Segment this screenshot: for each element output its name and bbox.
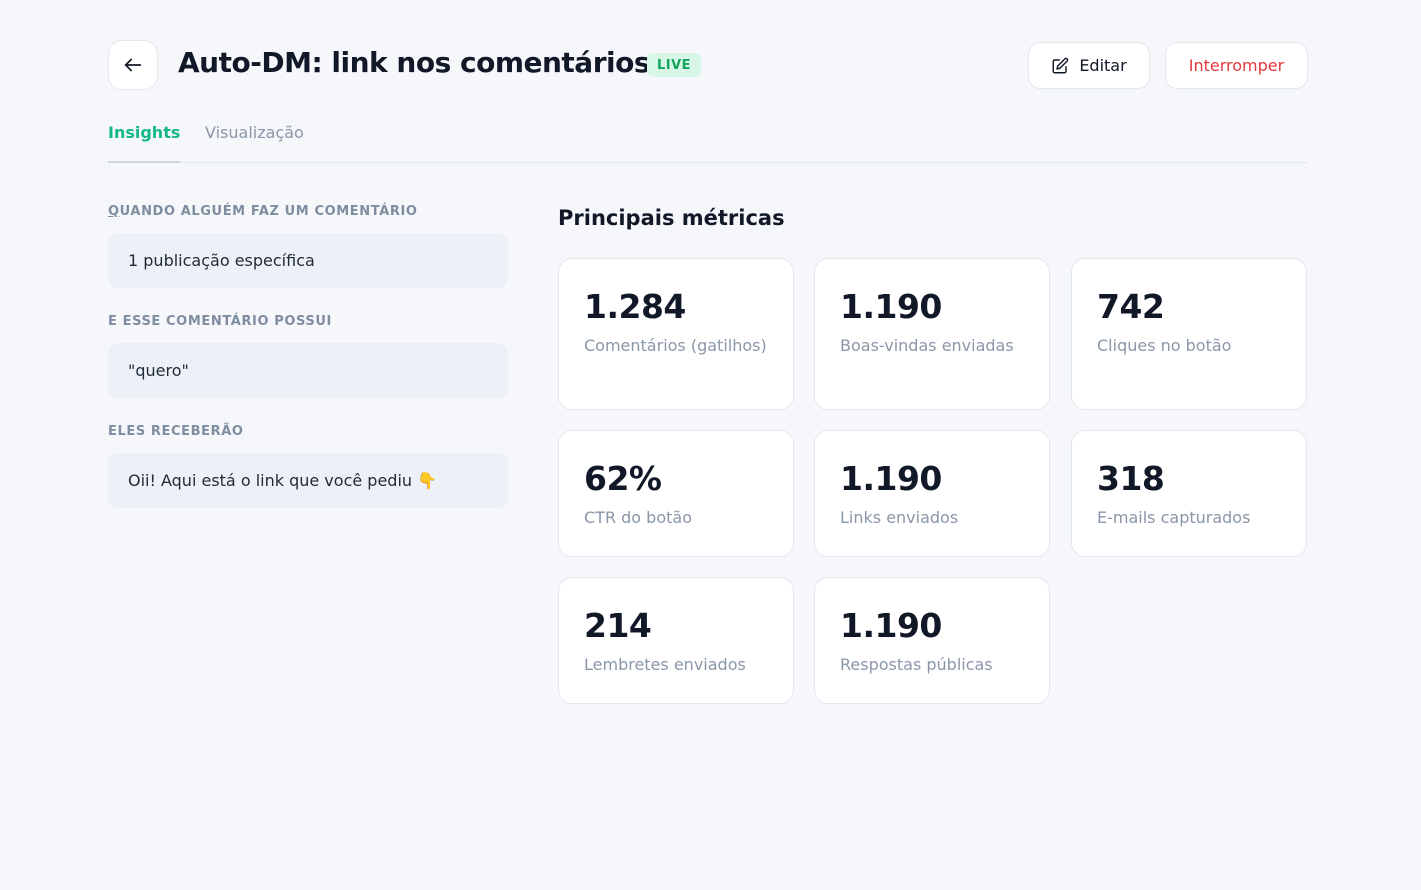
when-label-initial: Q — [108, 204, 120, 219]
metric-label: E-mails capturados — [1097, 508, 1251, 527]
tab-bar: Insights Visualização — [108, 118, 1308, 163]
tab-insights[interactable]: Insights — [108, 123, 181, 163]
metric-card: 318 E-mails capturados — [1071, 430, 1307, 557]
arrow-left-icon — [124, 58, 142, 72]
receive-label: ELES RECEBERÃO — [108, 424, 244, 439]
metric-label: Comentários (gatilhos) — [584, 336, 767, 355]
page-title: Auto-DM: link nos comentários — [178, 46, 651, 79]
tab-visualizacao[interactable]: Visualização — [205, 123, 304, 142]
metric-card: 62% CTR do botão — [558, 430, 794, 557]
page-header: Auto-DM: link nos comentários LIVE Edita… — [108, 40, 1308, 90]
stop-button[interactable]: Interromper — [1165, 42, 1308, 89]
metric-card: 1.284 Comentários (gatilhos) — [558, 258, 794, 410]
message-field[interactable]: Oii! Aqui está o link que você pediu 👇 — [108, 453, 508, 508]
contains-label: E ESSE COMENTÁRIO POSSUI — [108, 314, 332, 329]
when-field[interactable]: 1 publicação específica — [108, 233, 508, 288]
metric-card: 214 Lembretes enviados — [558, 577, 794, 704]
metric-label: Lembretes enviados — [584, 655, 746, 674]
metric-label: Boas-vindas enviadas — [840, 336, 1014, 355]
metric-value: 214 — [584, 606, 652, 645]
edit-button-label: Editar — [1079, 56, 1127, 75]
metric-label: Cliques no botão — [1097, 336, 1232, 355]
metric-value: 1.190 — [840, 606, 942, 645]
metric-value: 1.190 — [840, 287, 942, 326]
when-label-text: UANDO ALGUÉM FAZ UM COMENTÁRIO — [119, 204, 418, 219]
metric-label: Links enviados — [840, 508, 959, 527]
metric-value: 1.190 — [840, 459, 942, 498]
metric-card: 1.190 Respostas públicas — [814, 577, 1050, 704]
metric-card: 1.190 Boas-vindas enviadas — [814, 258, 1050, 410]
metric-value: 62% — [584, 459, 662, 498]
automation-insights-page: Auto-DM: link nos comentários LIVE Edita… — [0, 0, 1421, 890]
metric-card: 742 Cliques no botão — [1071, 258, 1307, 410]
stop-button-label: Interromper — [1188, 56, 1285, 75]
when-label: QUANDO ALGUÉM FAZ UM COMENTÁRIO — [108, 204, 508, 220]
metric-label: CTR do botão — [584, 508, 692, 527]
metric-value: 1.284 — [584, 287, 686, 326]
metric-card: 1.190 Links enviados — [814, 430, 1050, 557]
metric-value: 742 — [1097, 287, 1165, 326]
trigger-panel: QUANDO ALGUÉM FAZ UM COMENTÁRIO 1 public… — [108, 204, 508, 534]
edit-button[interactable]: Editar — [1028, 42, 1150, 89]
metric-label: Respostas públicas — [840, 655, 993, 674]
metric-value: 318 — [1097, 459, 1165, 498]
pencil-icon — [1052, 57, 1069, 73]
status-badge: LIVE — [647, 53, 702, 77]
keyword-field[interactable]: "quero" — [108, 343, 508, 398]
metrics-title: Principais métricas — [558, 206, 785, 230]
back-button[interactable] — [108, 40, 158, 90]
